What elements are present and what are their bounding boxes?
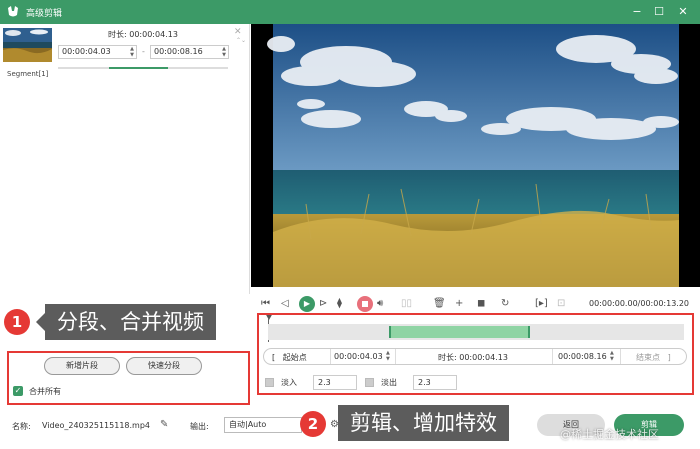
segment-progress-fill bbox=[109, 67, 168, 69]
output-label: 输出: bbox=[190, 422, 209, 431]
annotation-callout-2: 剪辑、增加特效 bbox=[338, 405, 509, 441]
segment-list-panel: 时长: 00:00:04.13 ✕ ⌃⌄ 00:00:04.03 ▲ ▼ - 00… bbox=[0, 24, 250, 294]
segment-label: Segment[1] bbox=[7, 70, 49, 78]
spin-arrows-icon[interactable]: ▲ ▼ bbox=[222, 46, 226, 58]
volume-icon[interactable]: 🔊︎ bbox=[377, 297, 383, 311]
video-preview[interactable] bbox=[251, 24, 700, 287]
minimize-button[interactable]: − bbox=[628, 3, 646, 21]
playback-controls: ⏮ ◁ ▶ ⊳ ⧫ 🔊︎ ▯▯ 🗑︎ + ◼ ↻ [▸] ⊡ 00:00:00.… bbox=[251, 294, 700, 314]
segment-end-field[interactable]: 00:00:08.16 ▲ ▼ bbox=[150, 45, 229, 59]
spin-arrows-icon[interactable]: ▲ ▼ bbox=[130, 46, 134, 58]
stop-icon[interactable] bbox=[357, 296, 373, 312]
mark-icon[interactable]: ⧫ bbox=[337, 297, 342, 311]
segment-range-dash: - bbox=[142, 47, 145, 56]
window-title: 高级剪辑 bbox=[26, 9, 63, 19]
segment-start-field[interactable]: 00:00:04.03 ▲ ▼ bbox=[58, 45, 137, 59]
play-icon[interactable]: ▶ bbox=[299, 296, 315, 312]
close-button[interactable]: ✕ bbox=[674, 3, 692, 21]
annotation-badge-2: 2 bbox=[300, 411, 326, 437]
app-logo-icon bbox=[8, 6, 18, 17]
split-icon[interactable]: ▯▯ bbox=[401, 297, 412, 311]
file-name: Video_240325115118.mp4 bbox=[42, 421, 150, 430]
segment-progress-bar bbox=[58, 67, 228, 69]
segment-thumbnail bbox=[3, 28, 52, 62]
watermark: @稀土掘金技术社区 bbox=[560, 428, 659, 441]
preview-frame bbox=[267, 24, 679, 287]
undo-icon[interactable]: ↻ bbox=[501, 297, 509, 311]
segment-duration: 时长: 00:00:04.13 bbox=[108, 30, 178, 39]
delete-icon[interactable]: 🗑︎ bbox=[433, 297, 446, 311]
pencil-icon[interactable]: ✎ bbox=[160, 419, 168, 430]
annotation-box-right bbox=[257, 313, 694, 395]
add-icon[interactable]: + bbox=[455, 297, 463, 311]
segment-item[interactable]: 时长: 00:00:04.13 ✕ ⌃⌄ 00:00:04.03 ▲ ▼ - 00… bbox=[0, 24, 248, 80]
annotation-callout-1: 分段、合并视频 bbox=[45, 304, 216, 340]
name-label: 名称: bbox=[12, 422, 31, 431]
output-format-select[interactable]: 自动|Auto bbox=[224, 417, 302, 433]
next-frame-icon[interactable]: ⊳ bbox=[319, 297, 327, 311]
maximize-button[interactable]: ☐ bbox=[650, 3, 668, 21]
prev-frame-icon[interactable]: ◁ bbox=[281, 297, 289, 311]
annotation-box-left bbox=[7, 351, 250, 405]
segment-reorder-icon[interactable]: ⌃⌄ bbox=[236, 38, 246, 44]
copy-icon[interactable]: ◼ bbox=[477, 297, 485, 311]
annotation-badge-1: 1 bbox=[4, 309, 30, 335]
callout-pointer-icon bbox=[36, 313, 45, 331]
bracket-icon[interactable]: [▸] bbox=[535, 297, 548, 311]
title-bar: 高级剪辑 − ☐ ✕ bbox=[0, 0, 700, 24]
first-frame-icon[interactable]: ⏮ bbox=[261, 297, 270, 311]
snapshot-icon[interactable]: ⊡ bbox=[557, 297, 565, 311]
segment-close-icon[interactable]: ✕ bbox=[234, 27, 242, 37]
time-display: 00:00:00.00/00:00:13.20 bbox=[589, 299, 689, 308]
